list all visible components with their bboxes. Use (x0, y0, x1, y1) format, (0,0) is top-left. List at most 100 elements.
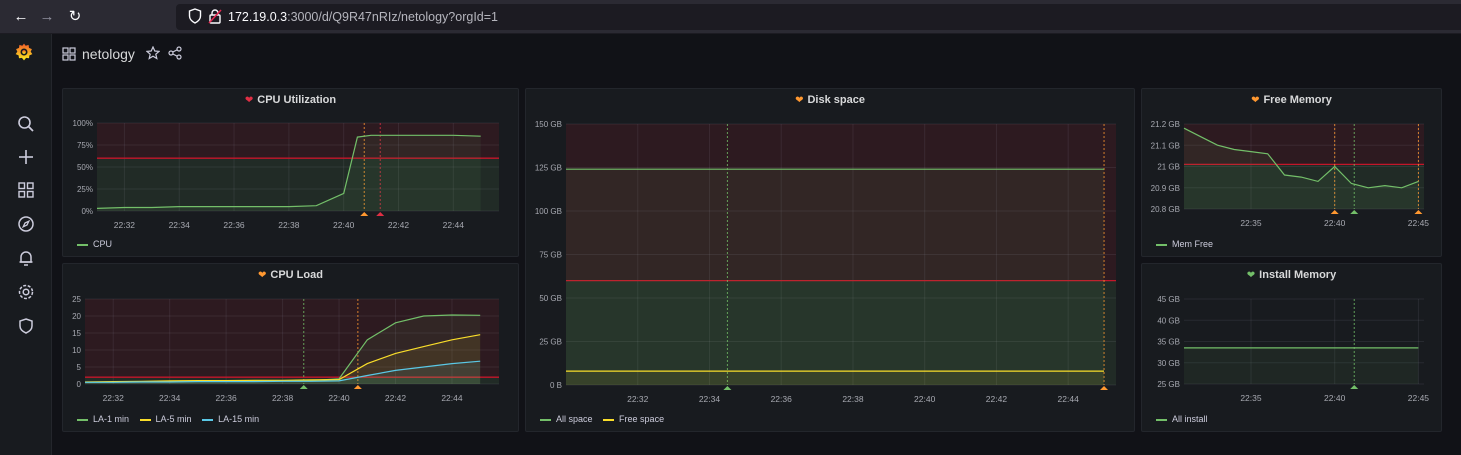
y-tick-label: 75% (77, 141, 93, 150)
y-tick-label: 0% (81, 207, 93, 216)
legend: All space Free space (540, 414, 672, 424)
url-path: :3000/d/Q9R47nRIz/netology?orgId=1 (287, 10, 499, 24)
x-tick-label: 22:44 (443, 220, 465, 230)
legend: Mem Free (1156, 239, 1221, 249)
x-tick-label: 22:34 (159, 393, 181, 403)
alerting-bell-icon[interactable] (16, 248, 36, 268)
search-icon[interactable] (16, 114, 36, 134)
y-tick-label: 25 GB (1157, 380, 1180, 389)
y-tick-label: 45 GB (1157, 295, 1180, 304)
y-tick-label: 40 GB (1157, 316, 1180, 325)
plus-icon[interactable] (16, 147, 36, 167)
y-tick-label: 5 (77, 363, 82, 372)
y-tick-label: 0 B (550, 381, 562, 390)
legend-item-free-space[interactable]: Free space (603, 414, 664, 424)
url-text[interactable]: 172.19.0.3:3000/d/Q9R47nRIz/netology?org… (228, 10, 498, 24)
grafana-logo-icon[interactable] (14, 42, 38, 66)
cpu-load-graph[interactable]: 25 20 15 10 5 0 22:32 22:34 22:36 22:38 22:40 22:42… (63, 264, 520, 433)
panel-cpu-utilization[interactable]: ❤ CPU Utilization 100% 75% 50% 25% 0% 22:32 22:… (62, 88, 519, 257)
cpu-utilization-graph[interactable]: 100% 75% 50% 25% 0% 22:32 22:34 22:36 22:38 22:40… (63, 89, 520, 258)
annotation-marker (1350, 385, 1359, 389)
series-area-free-space (566, 371, 1104, 385)
legend: CPU (77, 239, 120, 249)
y-tick-label: 10 (72, 346, 81, 355)
x-tick-label: 22:34 (699, 394, 721, 404)
x-tick-label: 22:44 (441, 393, 463, 403)
dashboards-icon[interactable] (16, 180, 36, 200)
gear-icon[interactable] (16, 282, 36, 302)
url-host: 172.19.0.3 (228, 10, 288, 24)
x-tick-label: 22:44 (1058, 394, 1080, 404)
shield-icon[interactable] (16, 316, 36, 336)
x-tick-label: 22:42 (385, 393, 407, 403)
x-tick-label: 22:34 (169, 220, 191, 230)
legend-item-la5[interactable]: LA-5 min (139, 414, 192, 424)
explore-icon[interactable] (16, 214, 36, 234)
reload-icon[interactable]: ↻ (64, 6, 86, 28)
legend-item-all-install[interactable]: All install (1156, 414, 1208, 424)
x-tick-label: 22:32 (627, 394, 649, 404)
annotation-marker (353, 385, 362, 389)
free-memory-graph[interactable]: 21.2 GB 21.1 GB 21 GB 20.9 GB 20.8 GB 22:35 22… (1142, 89, 1443, 258)
legend-item-mem-free[interactable]: Mem Free (1156, 239, 1213, 249)
x-tick-label: 22:40 (328, 393, 350, 403)
y-tick-label: 21.1 GB (1151, 141, 1180, 150)
x-tick-label: 22:32 (114, 220, 136, 230)
y-tick-label: 35 GB (1157, 338, 1180, 347)
annotation-marker (376, 212, 385, 216)
panel-cpu-load[interactable]: ❤ CPU Load 25 20 15 10 5 0 22:32 22:34 22:36 22:38… (62, 263, 519, 432)
x-tick-label: 22:45 (1408, 393, 1430, 403)
legend: LA-1 min LA-5 min LA-15 min (77, 414, 267, 424)
y-tick-label: 50% (77, 163, 93, 172)
x-tick-label: 22:40 (333, 220, 355, 230)
sidebar (0, 34, 52, 455)
browser-toolbar: ← → ↻ 172.19.0.3:3000/d/Q9R47nRIz/netolo… (0, 0, 1461, 34)
annotation-marker (360, 212, 369, 216)
address-bar[interactable]: 172.19.0.3:3000/d/Q9R47nRIz/netology?org… (176, 4, 1461, 30)
star-icon[interactable] (145, 45, 162, 62)
back-arrow-icon[interactable]: ← (10, 6, 32, 28)
x-tick-label: 22:38 (272, 393, 294, 403)
panel-disk-space[interactable]: ❤ Disk space 150 GB 125 GB 100 GB 75 GB 50 GB… (525, 88, 1135, 432)
y-tick-label: 125 GB (535, 164, 562, 173)
forward-arrow-icon[interactable]: → (36, 6, 58, 28)
x-tick-label: 22:36 (771, 394, 793, 404)
y-tick-label: 25 (72, 295, 81, 304)
x-tick-label: 22:42 (388, 220, 410, 230)
legend-item-cpu[interactable]: CPU (77, 239, 112, 249)
share-icon[interactable] (168, 46, 184, 62)
annotation-marker (1414, 210, 1423, 214)
x-tick-label: 22:32 (103, 393, 125, 403)
install-memory-graph[interactable]: 45 GB 40 GB 35 GB 30 GB 25 GB 22:35 22:40 22:45 (1142, 264, 1443, 433)
dashboard-title[interactable]: netology (82, 46, 135, 62)
annotation-marker (299, 385, 308, 389)
insecure-lock-icon[interactable] (208, 8, 226, 26)
x-tick-label: 22:42 (986, 394, 1008, 404)
y-tick-label: 25 GB (539, 338, 562, 347)
panel-free-memory[interactable]: ❤ Free Memory 21.2 GB 21.1 GB 21 GB 20.9 GB 2… (1141, 88, 1442, 257)
x-tick-label: 22:40 (1324, 393, 1346, 403)
panel-install-memory[interactable]: ❤ Install Memory 45 GB 40 GB 35 GB 30 GB 25 G… (1141, 263, 1442, 432)
y-tick-label: 75 GB (539, 251, 562, 260)
annotation-marker (1330, 210, 1339, 214)
x-tick-label: 22:36 (223, 220, 245, 230)
x-tick-label: 22:36 (215, 393, 237, 403)
legend: All install (1156, 414, 1216, 424)
annotation-marker (1100, 386, 1109, 390)
y-tick-label: 150 GB (535, 120, 562, 129)
dashboards-icon (62, 47, 76, 61)
y-tick-label: 20.8 GB (1151, 205, 1180, 214)
x-tick-label: 22:45 (1408, 218, 1430, 228)
disk-space-graph[interactable]: 150 GB 125 GB 100 GB 75 GB 50 GB 25 GB 0 B 22:3… (526, 89, 1136, 433)
y-tick-label: 21 GB (1157, 163, 1180, 172)
y-tick-label: 20 (72, 312, 81, 321)
y-tick-label: 20.9 GB (1151, 184, 1180, 193)
x-tick-label: 22:40 (1324, 218, 1346, 228)
x-tick-label: 22:40 (914, 394, 936, 404)
x-tick-label: 22:35 (1240, 393, 1262, 403)
legend-item-la1[interactable]: LA-1 min (77, 414, 129, 424)
y-tick-label: 25% (77, 185, 93, 194)
shield-tracking-icon[interactable] (188, 8, 206, 26)
legend-item-la15[interactable]: LA-15 min (202, 414, 259, 424)
legend-item-all-space[interactable]: All space (540, 414, 593, 424)
